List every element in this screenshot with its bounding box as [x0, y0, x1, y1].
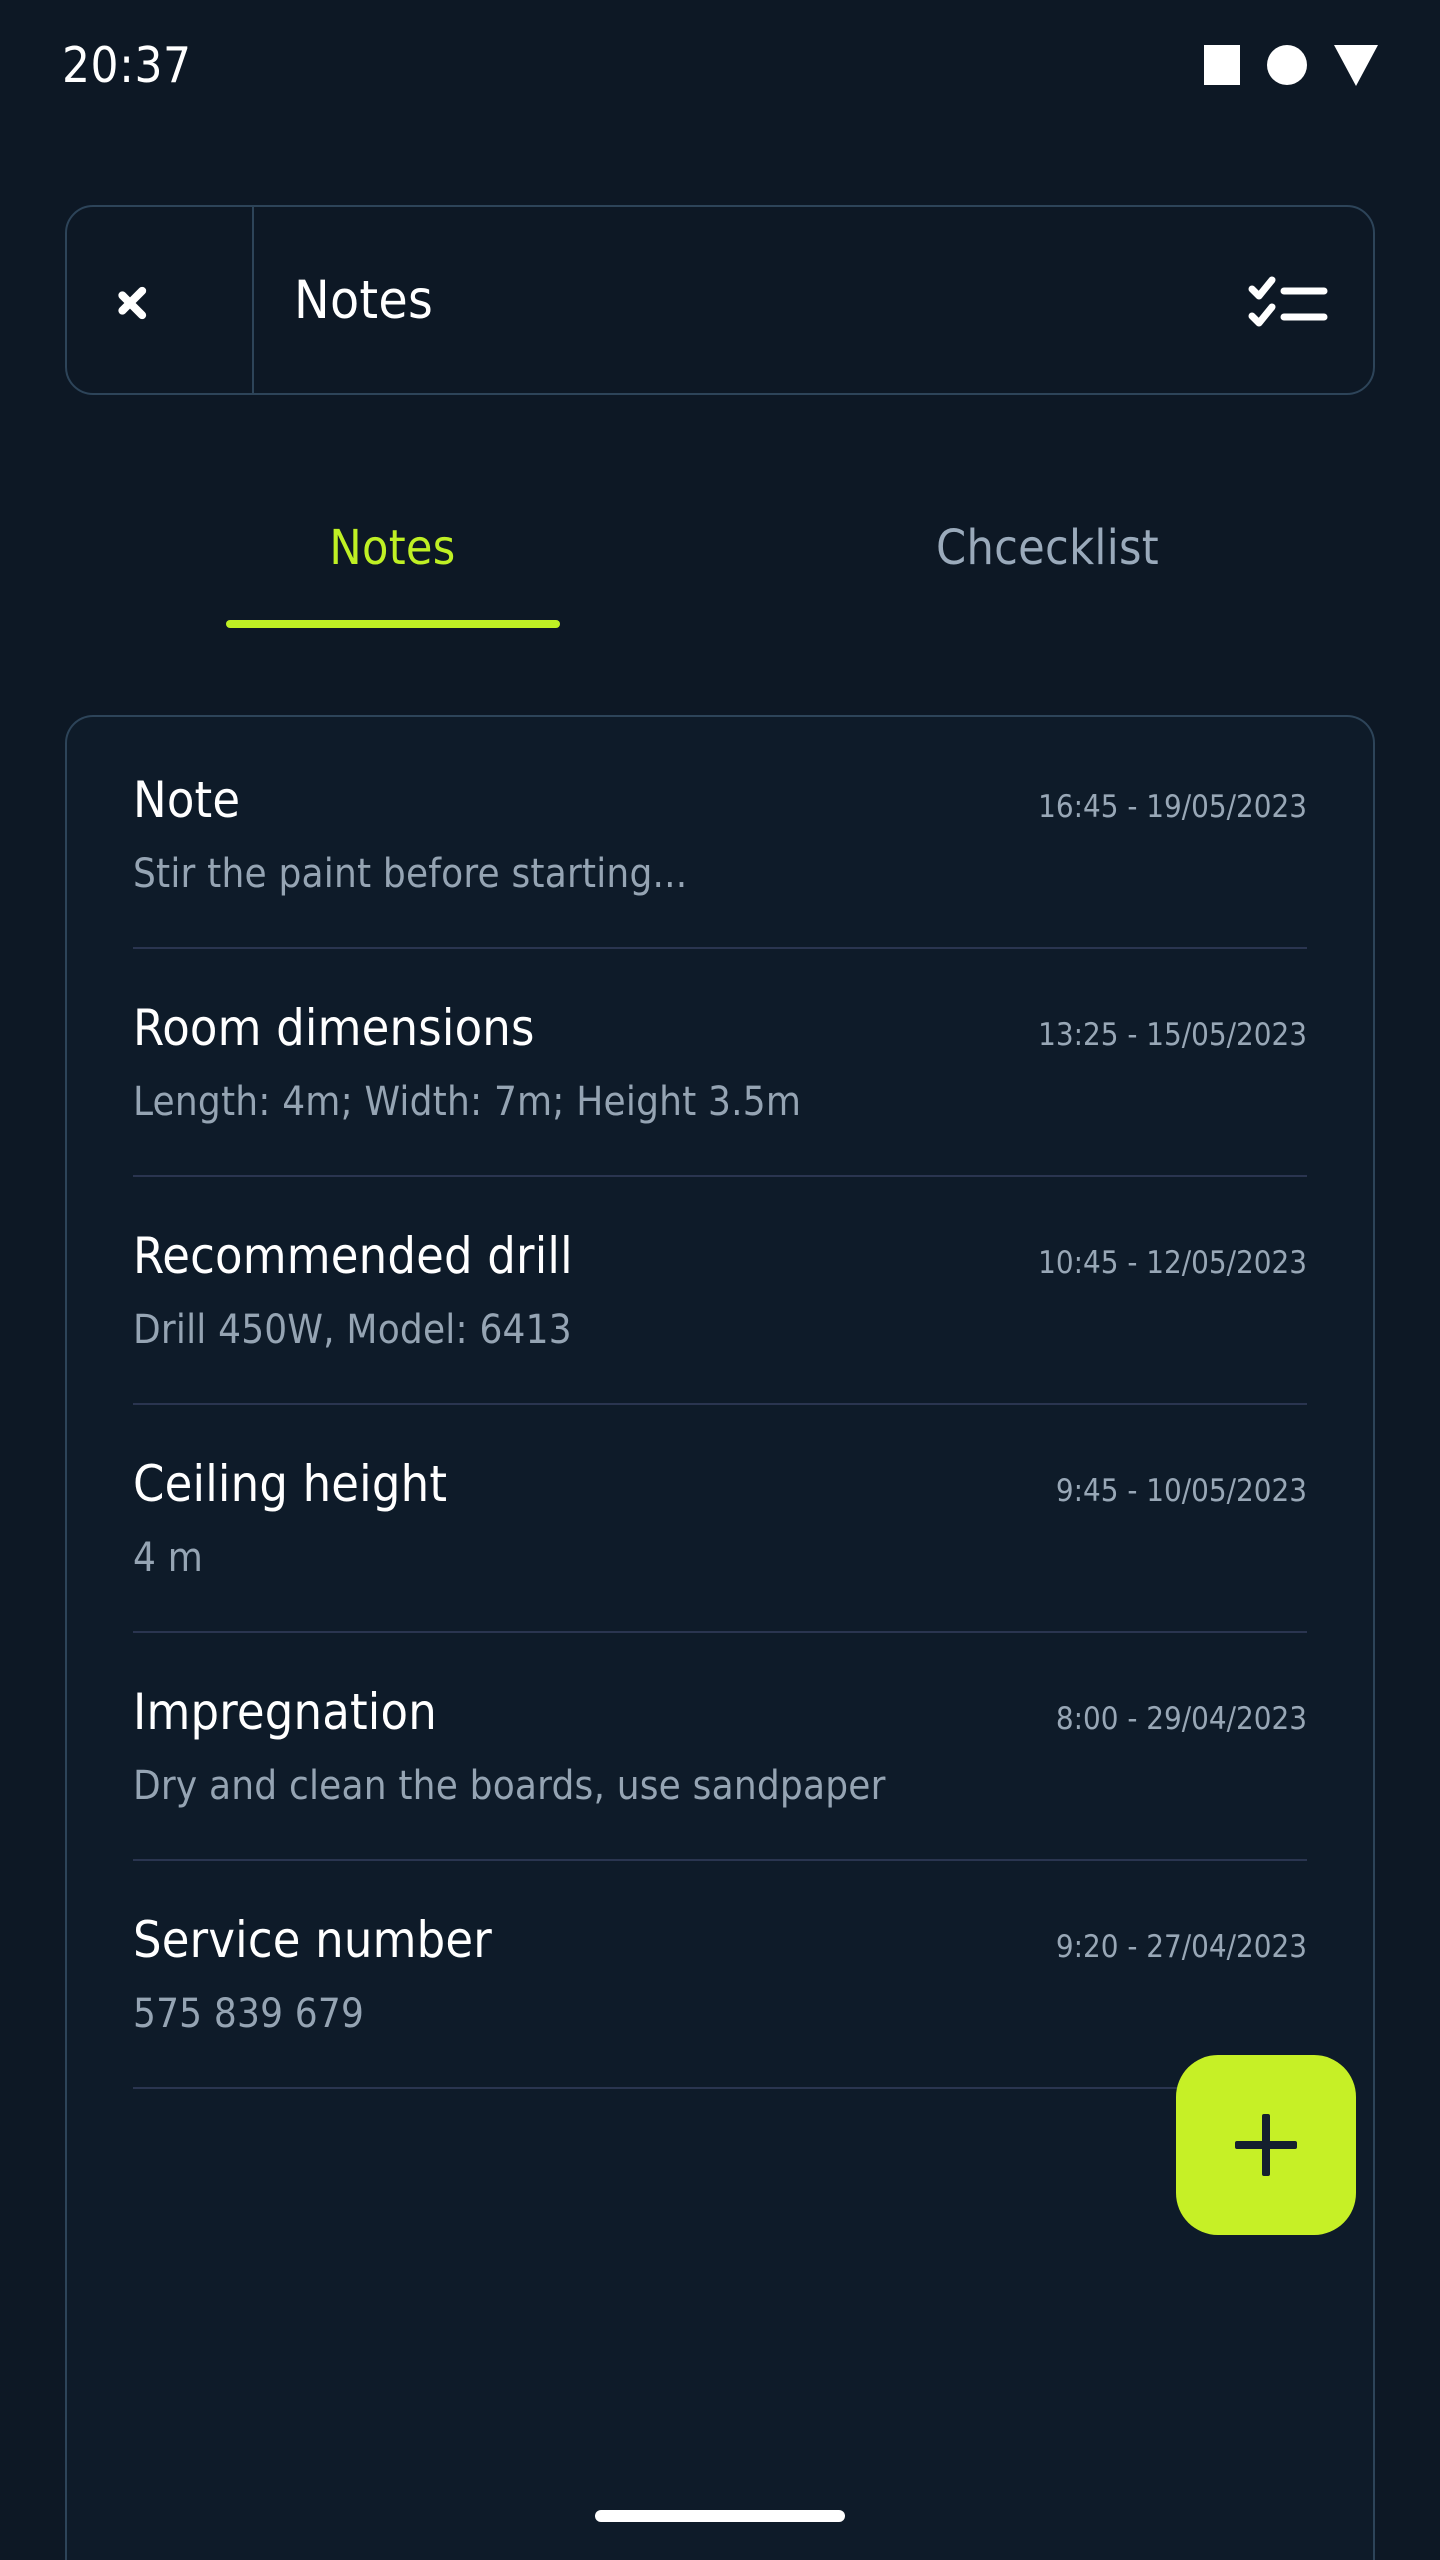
note-header: Service number 9:20 - 27/04/2023	[133, 1911, 1307, 1969]
note-timestamp: 9:45 - 10/05/2023	[1055, 1473, 1307, 1509]
tab-notes-label: Notes	[329, 520, 456, 576]
note-timestamp: 16:45 - 19/05/2023	[1038, 789, 1307, 825]
tab-bar: Notes Chcecklist	[65, 480, 1375, 670]
note-header: Ceiling height 9:45 - 10/05/2023	[133, 1455, 1307, 1513]
note-title: Note	[133, 771, 241, 829]
checklist-icon	[1248, 276, 1328, 327]
note-header: Room dimensions 13:25 - 15/05/2023	[133, 999, 1307, 1057]
note-list-item[interactable]: Service number 9:20 - 27/04/2023 575 839…	[67, 1861, 1373, 2087]
circle-icon	[1267, 45, 1307, 85]
note-header: Impregnation 8:00 - 29/04/2023	[133, 1683, 1307, 1741]
home-indicator[interactable]	[595, 2510, 845, 2522]
note-description: Dry and clean the boards, use sandpaper	[133, 1763, 886, 1809]
tab-checklist[interactable]: Chcecklist	[720, 480, 1375, 670]
note-timestamp: 9:20 - 27/04/2023	[1055, 1929, 1307, 1965]
note-list-item[interactable]: Note 16:45 - 19/05/2023 Stir the paint b…	[67, 717, 1373, 947]
note-header: Note 16:45 - 19/05/2023	[133, 771, 1307, 829]
note-list-item[interactable]: Recommended drill 10:45 - 12/05/2023 Dri…	[67, 1177, 1373, 1403]
note-list-item[interactable]: Room dimensions 13:25 - 15/05/2023 Lengt…	[67, 949, 1373, 1175]
note-list-item[interactable]: Impregnation 8:00 - 29/04/2023 Dry and c…	[67, 1633, 1373, 1859]
notes-list-card: Note 16:45 - 19/05/2023 Stir the paint b…	[65, 715, 1375, 2560]
triangle-down-icon	[1334, 44, 1378, 86]
note-title: Recommended drill	[133, 1227, 573, 1285]
square-icon	[1204, 45, 1240, 85]
tab-notes[interactable]: Notes	[65, 480, 720, 670]
back-button[interactable]	[67, 207, 254, 393]
app-bar: Notes	[65, 205, 1375, 395]
note-timestamp: 8:00 - 29/04/2023	[1055, 1701, 1307, 1737]
note-timestamp: 13:25 - 15/05/2023	[1038, 1017, 1307, 1053]
status-bar-icons	[1204, 44, 1378, 86]
note-description: Stir the paint before starting...	[133, 851, 688, 897]
chevron-left-icon	[143, 270, 177, 330]
note-description: 575 839 679	[133, 1991, 365, 2037]
status-bar-clock: 20:37	[62, 36, 192, 94]
list-divider	[133, 2087, 1307, 2089]
add-note-fab[interactable]	[1176, 2055, 1356, 2235]
note-title: Ceiling height	[133, 1455, 448, 1513]
plus-icon	[1235, 2114, 1297, 2176]
note-title: Service number	[133, 1911, 492, 1969]
note-title: Impregnation	[133, 1683, 437, 1741]
note-list-item[interactable]: Ceiling height 9:45 - 10/05/2023 4 m	[67, 1405, 1373, 1631]
tab-active-indicator	[225, 620, 560, 628]
note-description: Length: 4m; Width: 7m; Height 3.5m	[133, 1079, 802, 1125]
checklist-button[interactable]	[1203, 207, 1373, 393]
note-description: Drill 450W, Model: 6413	[133, 1307, 572, 1353]
status-bar: 20:37	[0, 0, 1440, 130]
note-description: 4 m	[133, 1535, 203, 1581]
note-timestamp: 10:45 - 12/05/2023	[1038, 1245, 1307, 1281]
note-header: Recommended drill 10:45 - 12/05/2023	[133, 1227, 1307, 1285]
page-title: Notes	[294, 269, 434, 331]
note-title: Room dimensions	[133, 999, 535, 1057]
tab-checklist-label: Chcecklist	[935, 520, 1160, 576]
